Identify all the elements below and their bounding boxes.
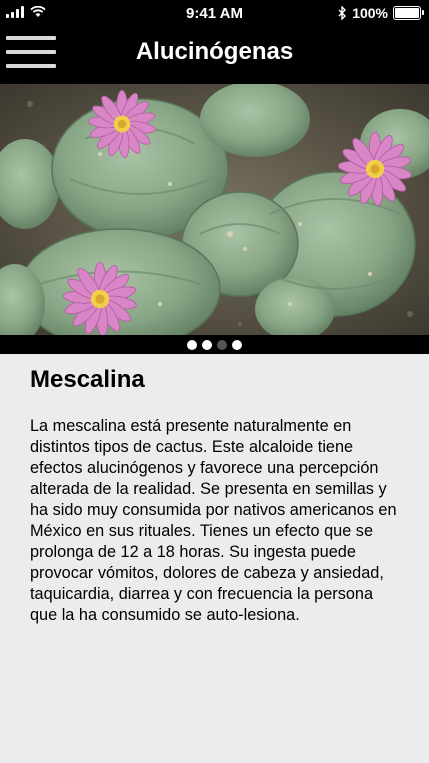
- page-indicator: [0, 335, 429, 354]
- page-dot-3-active[interactable]: [217, 339, 227, 350]
- status-bar: 9:41 AM 100%: [0, 0, 429, 26]
- peyote-cactus-photo: [0, 84, 429, 338]
- battery-percent: 100%: [352, 5, 388, 21]
- status-right: 100%: [338, 5, 424, 21]
- carousel-image[interactable]: [0, 84, 429, 338]
- navigation-bar: Alucinógenas: [0, 26, 429, 84]
- article-content: Mescalina La mescalina está presente nat…: [0, 354, 429, 763]
- bluetooth-icon: [338, 6, 347, 20]
- article-body: La mescalina está presente naturalmente …: [30, 417, 397, 624]
- battery-icon: [393, 6, 424, 20]
- page-dot-2[interactable]: [202, 339, 212, 350]
- page-dot-4[interactable]: [232, 339, 242, 350]
- hamburger-menu-icon[interactable]: [6, 36, 56, 72]
- article-title: Mescalina: [30, 366, 145, 393]
- page-title: Alucinógenas: [135, 38, 294, 65]
- page-dot-1[interactable]: [187, 339, 197, 350]
